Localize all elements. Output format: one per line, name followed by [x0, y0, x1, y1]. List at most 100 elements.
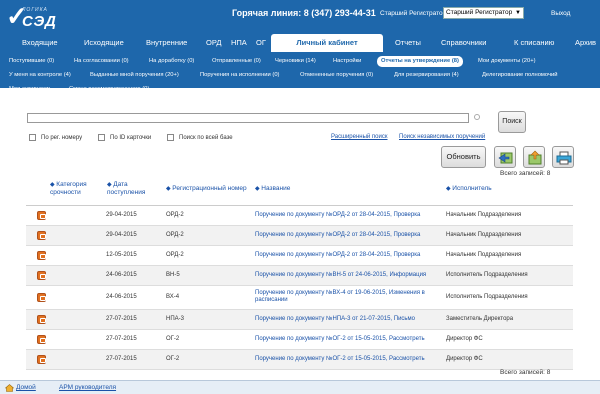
- cell-date: 27-07-2015: [106, 356, 137, 362]
- independent-orders-link[interactable]: Поиск независимых поручений: [399, 134, 485, 140]
- table-row[interactable]: 27-07-2015 ОГ-2 Поручение по документу №…: [26, 330, 573, 350]
- cell-executor: Директор ФС: [446, 356, 483, 362]
- table-row[interactable]: 12-05-2015 ОРД-2 Поручение по документу …: [26, 246, 573, 266]
- cell-regnum: НПА-3: [166, 316, 184, 322]
- advanced-search-link[interactable]: Расширенный поиск: [331, 134, 388, 140]
- nav-archive[interactable]: Архив: [575, 34, 596, 52]
- nav-reports[interactable]: Отчеты: [395, 34, 421, 52]
- subnav-on-control[interactable]: У меня на контроле (4): [9, 70, 71, 81]
- subnav-change-reviewer[interactable]: Смена рассматривающего (0): [69, 84, 149, 95]
- nav-npa[interactable]: НПА: [231, 34, 247, 52]
- export-icon: [528, 150, 542, 165]
- cell-regnum: ОРД-2: [166, 212, 184, 218]
- cell-regnum: ОРД-2: [166, 252, 184, 258]
- export-button[interactable]: [523, 146, 545, 168]
- nav-directories[interactable]: Справочники: [441, 34, 486, 52]
- registrar-select[interactable]: Старший Регистратор ▼: [443, 7, 524, 19]
- nav-outgoing[interactable]: Исходящие: [84, 34, 124, 52]
- cell-name[interactable]: Поручение по документу №ОГ-2 от 15-05-20…: [255, 336, 440, 343]
- checkbox-icon[interactable]: [98, 134, 105, 141]
- subnav-orders-in-progress[interactable]: Поручения на исполнении (0): [200, 70, 279, 81]
- subnav-cancelled-orders[interactable]: Отмененные поручения (0): [300, 70, 373, 81]
- subnav-issued-orders[interactable]: Выданные мной поручения (20+): [90, 70, 179, 81]
- cell-name[interactable]: Поручение по документу №НПА-3 от 21-07-2…: [255, 316, 440, 323]
- check-reg-number-label: По рег. номеру: [41, 135, 83, 142]
- registrar-label: Старший Регистратор: [380, 10, 447, 17]
- total-records-bottom: Всего записей: 8: [500, 369, 551, 376]
- document-edit-icon[interactable]: [37, 315, 46, 324]
- nav-personal-cabinet[interactable]: Личный кабинет: [271, 34, 383, 52]
- cell-name[interactable]: Поручение по документу №ВХ-4 от 19-06-20…: [255, 290, 440, 304]
- clear-search-icon[interactable]: [474, 114, 480, 120]
- col-regnum-label: Регистрационный номер: [172, 185, 247, 192]
- logo[interactable]: ✓ ЛОГИКА СЭД: [6, 2, 76, 32]
- nav-og[interactable]: ОГ: [256, 34, 266, 52]
- arm-link[interactable]: АРМ руководителя: [59, 384, 116, 391]
- document-edit-icon[interactable]: [37, 293, 46, 302]
- table-row[interactable]: 24-06-2015 ВХ-4 Поручение по документу №…: [26, 286, 573, 310]
- subnav-reports-approval[interactable]: Отчеты на утверждение (8): [377, 56, 463, 67]
- table-row[interactable]: 27-07-2015 ОГ-2 Поручение по документу №…: [26, 350, 573, 370]
- checkbox-icon[interactable]: [29, 134, 36, 141]
- main-nav: Входящие Исходящие Внутренние ОРД НПА ОГ…: [0, 34, 600, 52]
- cell-name[interactable]: Поручение по документу №ОРД-2 от 28-04-2…: [255, 252, 440, 259]
- printer-icon: [556, 151, 572, 165]
- nav-ord[interactable]: ОРД: [206, 34, 221, 52]
- check-whole-base[interactable]: Поиск по всей базе: [167, 134, 233, 143]
- subnav-revision[interactable]: На доработку (0): [149, 56, 194, 67]
- subnav-sent[interactable]: Отправленные (0): [212, 56, 261, 67]
- document-edit-icon[interactable]: [37, 211, 46, 220]
- document-edit-icon[interactable]: [37, 251, 46, 260]
- col-date-label: Дата поступления: [107, 181, 146, 196]
- print-button[interactable]: [552, 146, 574, 168]
- subnav-drafts[interactable]: Черновики (14): [275, 56, 316, 67]
- exit-link[interactable]: Выход: [551, 10, 570, 17]
- subnav-my-activity[interactable]: Моя активность: [9, 84, 52, 95]
- subnav-settings[interactable]: Настройки: [333, 56, 361, 67]
- col-category[interactable]: ◆ Категория срочности: [50, 181, 105, 197]
- top-header: ✓ ЛОГИКА СЭД Горячая линия: 8 (347) 293-…: [0, 0, 600, 92]
- nav-writeoff[interactable]: К списанию: [514, 34, 554, 52]
- cell-date: 12-05-2015: [106, 252, 137, 258]
- cell-date: 27-07-2015: [106, 316, 137, 322]
- cell-name[interactable]: Поручение по документу №ОРД-2 от 28-04-2…: [255, 212, 440, 219]
- table-row[interactable]: 29-04-2015 ОРД-2 Поручение по документу …: [26, 206, 573, 226]
- nav-incoming[interactable]: Входящие: [22, 34, 58, 52]
- document-edit-icon[interactable]: [37, 335, 46, 344]
- home-link[interactable]: Домой: [16, 384, 36, 391]
- subnav-my-documents[interactable]: Мои документы (20+): [478, 56, 536, 67]
- nav-internal[interactable]: Внутренние: [146, 34, 187, 52]
- document-edit-icon[interactable]: [37, 231, 46, 240]
- cell-executor: Исполнитель Подразделения: [446, 272, 528, 278]
- cell-name[interactable]: Поручение по документу №ВН-5 от 24-06-20…: [255, 272, 440, 279]
- import-button[interactable]: [494, 146, 516, 168]
- subnav-delegation[interactable]: Делегирование полномочий: [482, 70, 558, 81]
- search-input[interactable]: [27, 113, 469, 123]
- cell-name[interactable]: Поручение по документу №ОРД-2 от 28-04-2…: [255, 232, 440, 239]
- search-button[interactable]: Поиск: [498, 111, 526, 133]
- document-edit-icon[interactable]: [37, 271, 46, 280]
- table-row[interactable]: 27-07-2015 НПА-3 Поручение по документу …: [26, 310, 573, 330]
- col-regnum[interactable]: ◆ Регистрационный номер: [166, 185, 247, 193]
- check-reg-number[interactable]: По рег. номеру: [29, 134, 82, 143]
- subnav-approval[interactable]: На согласовании (0): [74, 56, 129, 67]
- home-icon[interactable]: [5, 384, 14, 392]
- subnav-received[interactable]: Поступившие (0): [9, 56, 54, 67]
- checkbox-icon[interactable]: [167, 134, 174, 141]
- import-icon: [498, 152, 513, 164]
- document-edit-icon[interactable]: [37, 355, 46, 364]
- col-name-label: Название: [261, 185, 291, 192]
- col-executor[interactable]: ◆ Исполнитель: [446, 185, 492, 193]
- subnav-reservation[interactable]: Для резервирования (4): [394, 70, 459, 81]
- table-row[interactable]: 24-06-2015 ВН-5 Поручение по документу №…: [26, 266, 573, 286]
- cell-regnum: ВХ-4: [166, 294, 180, 300]
- table-row[interactable]: 29-04-2015 ОРД-2 Поручение по документу …: [26, 226, 573, 246]
- check-whole-base-label: Поиск по всей базе: [179, 135, 233, 142]
- refresh-button[interactable]: Обновить: [441, 146, 486, 168]
- cell-regnum: ВН-5: [166, 272, 180, 278]
- cell-name[interactable]: Поручение по документу №ОГ-2 от 15-05-20…: [255, 356, 440, 363]
- cell-date: 24-06-2015: [106, 272, 137, 278]
- check-card-id[interactable]: По ID карточки: [98, 134, 151, 143]
- col-name[interactable]: ◆ Название: [255, 185, 290, 193]
- col-date[interactable]: ◆ Дата поступления: [107, 181, 165, 197]
